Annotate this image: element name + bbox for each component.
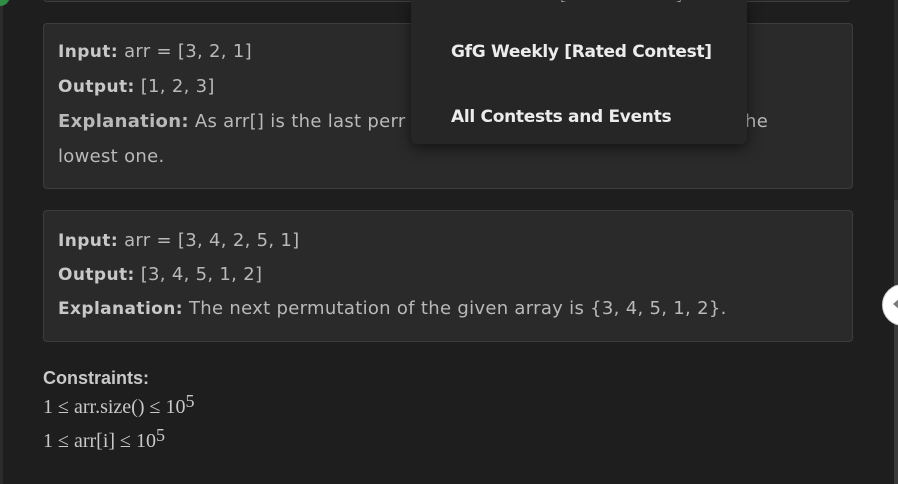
menu-item-gfg-weekly[interactable]: GfG Weekly [Rated Contest] <box>451 42 712 62</box>
example-2-output-value: [3, 4, 5, 1, 2] <box>140 264 263 285</box>
contests-dropdown-menu: GfG Weekly [Rated Contest] All Contests … <box>411 0 747 144</box>
example-2-explanation-line: Explanation: The next permutation of the… <box>58 298 727 319</box>
status-indicator-dot <box>0 0 10 6</box>
example-1-input-line: Input: arr = [3, 2, 1] <box>58 41 252 62</box>
example-2-input-line: Input: arr = [3, 4, 2, 5, 1] <box>58 230 299 251</box>
example-2-input-label: Input: <box>58 231 119 251</box>
chevron-left-icon <box>893 298 898 310</box>
constraint-2-text: 1 ≤ arr[i] ≤ 10 <box>43 430 157 452</box>
example-2-output-label: Output: <box>58 265 135 285</box>
right-panel-scroll-track[interactable] <box>894 200 898 484</box>
example-1-output-value: [1, 2, 3] <box>140 76 215 97</box>
example-1-input-label: Input: <box>58 42 119 62</box>
left-divider <box>0 0 3 484</box>
constraint-1: 1 ≤ arr.size() ≤ 105 <box>43 392 194 419</box>
dropdown-clipped-item[interactable] <box>561 0 681 2</box>
example-1-explanation-tail: he <box>745 111 769 132</box>
menu-item-all-contests[interactable]: All Contests and Events <box>451 107 672 127</box>
example-1-output-label: Output: <box>58 77 135 97</box>
panel-collapse-button[interactable] <box>882 284 898 326</box>
example-1-output-line: Output: [1, 2, 3] <box>58 76 215 97</box>
problem-page: Input: arr = [3, 2, 1] Output: [1, 2, 3]… <box>0 0 898 484</box>
example-1-explanation-label: Explanation: <box>58 111 189 132</box>
example-2-output-line: Output: [3, 4, 5, 1, 2] <box>58 264 262 285</box>
constraints-heading: Constraints: <box>43 368 150 388</box>
constraint-1-text: 1 ≤ arr.size() ≤ 10 <box>43 396 186 418</box>
constraint-1-exponent: 5 <box>185 391 195 411</box>
example-1-explanation-line-2: lowest one. <box>58 146 165 167</box>
example-1-explanation-text: As arr[] is the last perr <box>194 111 406 132</box>
example-2-explanation-text: The next permutation of the given array … <box>189 298 727 319</box>
constraint-2-exponent: 5 <box>156 425 166 445</box>
example-2-explanation-label: Explanation: <box>58 299 183 319</box>
example-box-2: Input: arr = [3, 4, 2, 5, 1] Output: [3,… <box>43 210 853 342</box>
example-2-input-value: arr = [3, 4, 2, 5, 1] <box>124 230 300 251</box>
constraint-2: 1 ≤ arr[i] ≤ 105 <box>43 426 165 453</box>
example-1-input-value: arr = [3, 2, 1] <box>124 41 252 62</box>
